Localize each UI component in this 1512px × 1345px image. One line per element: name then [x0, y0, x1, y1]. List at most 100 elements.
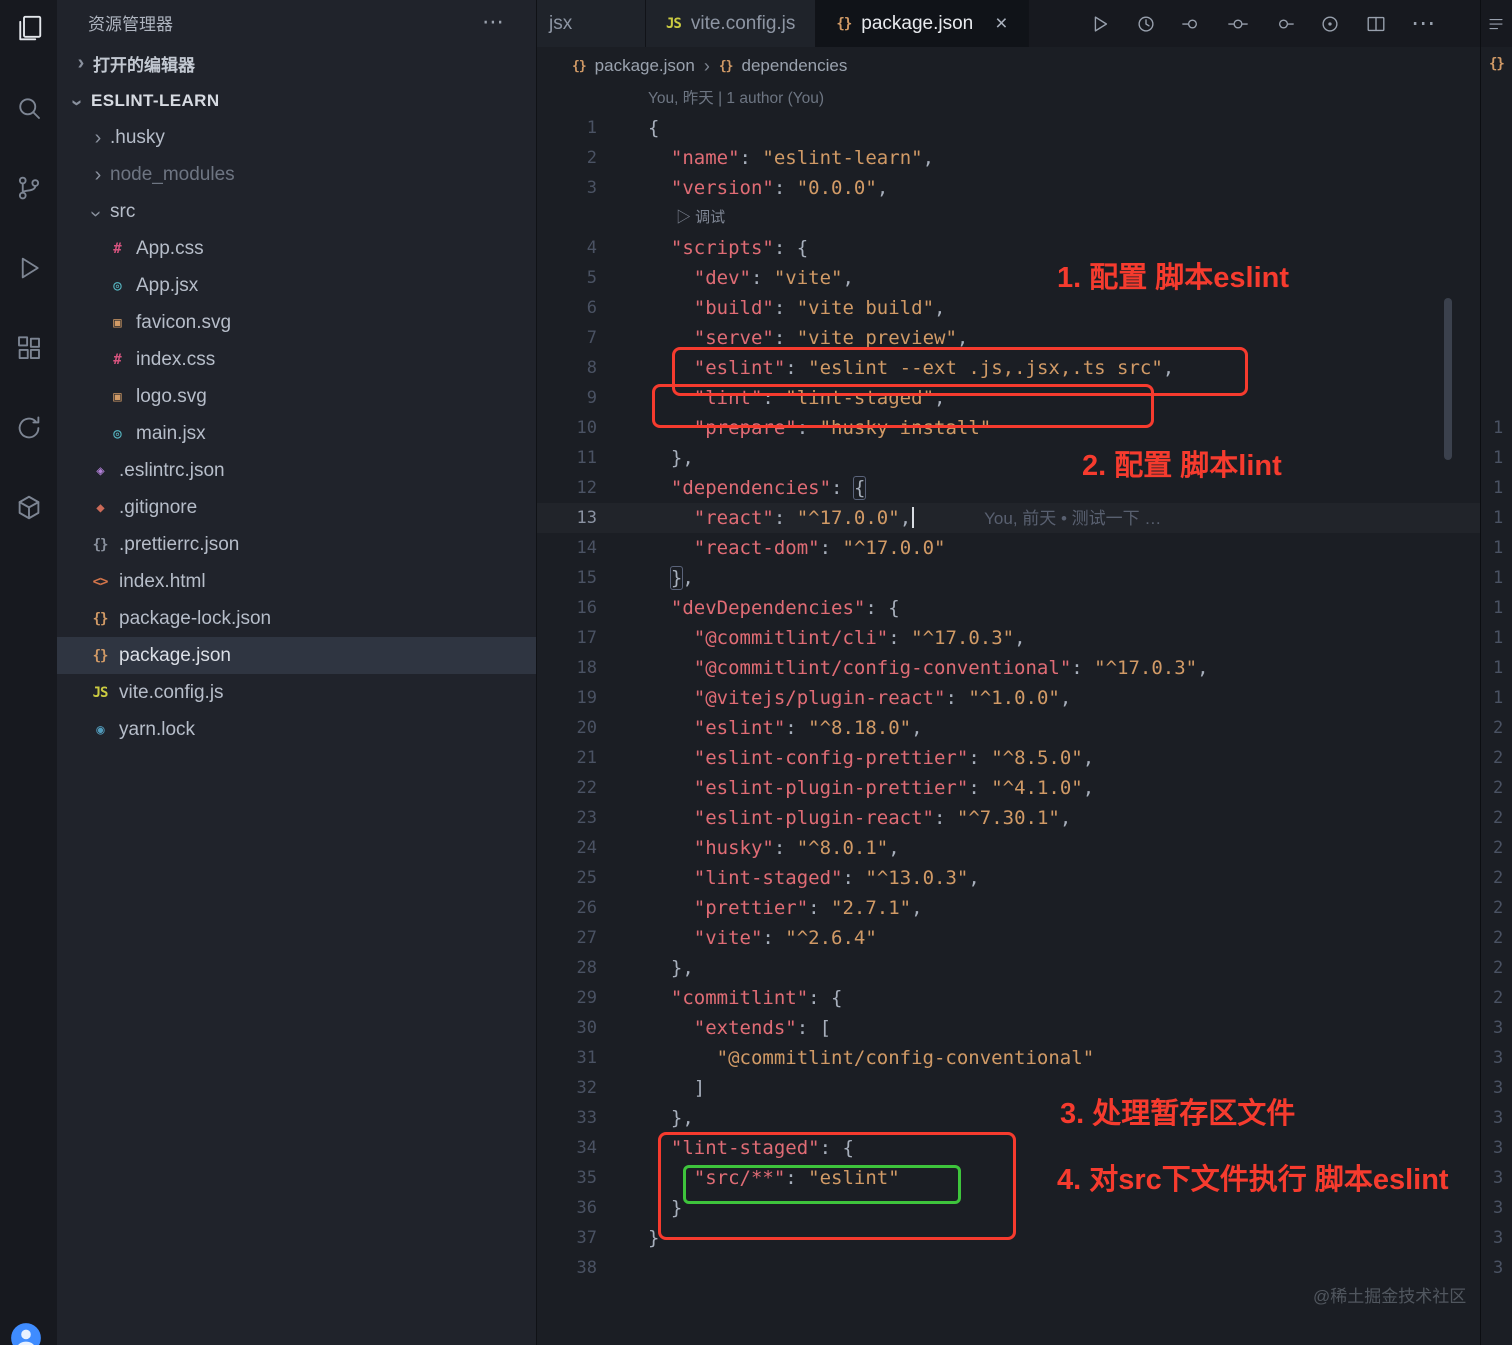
- tree-item-.eslintrc.json[interactable]: ◈ .eslintrc.json: [57, 452, 536, 489]
- code-line-19[interactable]: 19 "@vitejs/plugin-react": "^1.0.0",: [537, 683, 1512, 713]
- code-line-30[interactable]: 30 "extends": [: [537, 1013, 1512, 1043]
- tree-item-vite.config.js[interactable]: JS vite.config.js: [57, 674, 536, 711]
- code-line-33[interactable]: 33 },: [537, 1103, 1512, 1133]
- tree-item-App.css[interactable]: # App.css: [57, 230, 536, 267]
- code-line-2[interactable]: 2 "name": "eslint-learn",: [537, 143, 1512, 173]
- tree-item-main.jsx[interactable]: ◎ main.jsx: [57, 415, 536, 452]
- code-editor[interactable]: You, 昨天 | 1 author (You) 1{2 "name": "esl…: [537, 85, 1512, 1345]
- code-line-20[interactable]: 20 "eslint": "^8.18.0",: [537, 713, 1512, 743]
- step-forward-icon[interactable]: [1273, 13, 1295, 35]
- code-line-17[interactable]: 17 "@commitlint/cli": "^17.0.3",: [537, 623, 1512, 653]
- code-line-37[interactable]: 37}: [537, 1223, 1512, 1253]
- split-editor-strip[interactable]: {} 1 1 1 1 1 1 1 1 1 1 2 2 2 2 2 2 2 2 2 2 3 3 3 3 3 3 3 3 3: [1480, 0, 1512, 1345]
- tree-item-package-lock.json[interactable]: {} package-lock.json: [57, 600, 536, 637]
- line-number: 10: [576, 418, 597, 438]
- breadcrumb-item[interactable]: package.json: [595, 56, 695, 76]
- tree-item-.husky[interactable]: › .husky: [57, 119, 536, 156]
- split-editor-icon[interactable]: [1365, 13, 1387, 35]
- code-line-34[interactable]: 34 "lint-staged": {: [537, 1133, 1512, 1163]
- code-line-10[interactable]: 10 "prepare": "husky install": [537, 413, 1512, 443]
- close-icon[interactable]: ×: [995, 12, 1007, 36]
- code-line-1[interactable]: 1{: [537, 113, 1512, 143]
- code-line-32[interactable]: 32 ]: [537, 1073, 1512, 1103]
- line-number: 3: [586, 178, 597, 198]
- split-line-number: 3: [1493, 1078, 1504, 1098]
- tab-label: jsx: [549, 12, 573, 34]
- code-line-18[interactable]: 18 "@commitlint/config-conventional": "^…: [537, 653, 1512, 683]
- line-number: 35: [576, 1168, 597, 1188]
- code-line-24[interactable]: 24 "husky": "^8.0.1",: [537, 833, 1512, 863]
- tree-item-package.json[interactable]: {} package.json: [57, 637, 536, 674]
- open-editors-section[interactable]: › 打开的编辑器: [57, 44, 536, 82]
- search-icon[interactable]: [14, 93, 44, 123]
- package-box-icon[interactable]: [14, 493, 44, 523]
- tree-item-node_modules[interactable]: › node_modules: [57, 156, 536, 193]
- code-line-15[interactable]: 15 },: [537, 563, 1512, 593]
- code-line-25[interactable]: 25 "lint-staged": "^13.0.3",: [537, 863, 1512, 893]
- code-line-35[interactable]: 35 "src/**": "eslint": [537, 1163, 1512, 1193]
- more-actions-icon[interactable]: ⋯: [1411, 11, 1435, 35]
- line-number: 36: [576, 1198, 597, 1218]
- step-back-icon[interactable]: [1181, 13, 1203, 35]
- code-line-26[interactable]: 26 "prettier": "2.7.1",: [537, 893, 1512, 923]
- code-line-11[interactable]: 11 },: [537, 443, 1512, 473]
- tree-item-.prettierrc.json[interactable]: {} .prettierrc.json: [57, 526, 536, 563]
- split-line-number: 3: [1493, 1168, 1504, 1188]
- step-over-icon[interactable]: [1227, 13, 1249, 35]
- code-line-3[interactable]: 3 "version": "0.0.0",: [537, 173, 1512, 203]
- tab-package-json[interactable]: {} package.json ×: [816, 0, 1029, 47]
- tab-jsx[interactable]: jsx: [537, 0, 646, 47]
- code-line-4[interactable]: 4 "scripts": {: [537, 233, 1512, 263]
- tree-item-favicon.svg[interactable]: ▣ favicon.svg: [57, 304, 536, 341]
- tree-item-index.html[interactable]: <> index.html: [57, 563, 536, 600]
- line-number: 9: [586, 388, 597, 408]
- code-line-23[interactable]: 23 "eslint-plugin-react": "^7.30.1",: [537, 803, 1512, 833]
- tree-item-.gitignore[interactable]: ◆ .gitignore: [57, 489, 536, 526]
- account-icon[interactable]: [9, 1321, 43, 1345]
- code-line-5[interactable]: 5 "dev": "vite",: [537, 263, 1512, 293]
- code-line-27[interactable]: 27 "vite": "^2.6.4": [537, 923, 1512, 953]
- line-number: 23: [576, 808, 597, 828]
- tab-vite-config-js[interactable]: JS vite.config.js: [646, 0, 817, 47]
- extensions-icon[interactable]: [14, 333, 44, 363]
- line-number: 16: [576, 598, 597, 618]
- code-line-21[interactable]: 21 "eslint-config-prettier": "^8.5.0",: [537, 743, 1512, 773]
- project-header[interactable]: › ESLINT-LEARN: [57, 82, 536, 119]
- run-file-icon[interactable]: [1089, 13, 1111, 35]
- preview-icon[interactable]: [1319, 13, 1341, 35]
- run-debug-icon[interactable]: [14, 253, 44, 283]
- tree-item-App.jsx[interactable]: ◎ App.jsx: [57, 267, 536, 304]
- code-line-6[interactable]: 6 "build": "vite build",: [537, 293, 1512, 323]
- code-line-7[interactable]: 7 "serve": "vite preview",: [537, 323, 1512, 353]
- explorer-icon[interactable]: [14, 13, 44, 43]
- file-tree: › .husky › node_modules › src # App.css ◎ App.jsx…: [57, 119, 536, 748]
- line-number: 6: [586, 298, 597, 318]
- tree-item-yarn.lock[interactable]: ◉ yarn.lock: [57, 711, 536, 748]
- list-icon[interactable]: [1487, 15, 1505, 33]
- breadcrumb-item[interactable]: dependencies: [742, 56, 848, 76]
- source-control-icon[interactable]: [14, 173, 44, 203]
- split-line-number: 2: [1493, 988, 1504, 1008]
- tree-item-index.css[interactable]: # index.css: [57, 341, 536, 378]
- code-line-36[interactable]: 36 }: [537, 1193, 1512, 1223]
- timeline-history-icon[interactable]: [1135, 13, 1157, 35]
- code-line-31[interactable]: 31 "@commitlint/config-conventional": [537, 1043, 1512, 1073]
- code-line-22[interactable]: 22 "eslint-plugin-prettier": "^4.1.0",: [537, 773, 1512, 803]
- tree-item-src[interactable]: › src: [57, 193, 536, 230]
- codelens-debug[interactable]: ▷ 调试: [537, 203, 1512, 233]
- tree-item-logo.svg[interactable]: ▣ logo.svg: [57, 378, 536, 415]
- code-line-28[interactable]: 28 },: [537, 953, 1512, 983]
- views-more-icon[interactable]: ⋯: [482, 9, 506, 35]
- code-line-13[interactable]: 13 "react": "^17.0.0", You, 前天 • 测试一下 …: [537, 503, 1512, 533]
- code-line-16[interactable]: 16 "devDependencies": {: [537, 593, 1512, 623]
- code-line-38[interactable]: 38: [537, 1253, 1512, 1283]
- split-line-number: 2: [1493, 958, 1504, 978]
- code-line-12[interactable]: 12 "dependencies": {: [537, 473, 1512, 503]
- code-line-8[interactable]: 8 "eslint": "eslint --ext .js,.jsx,.ts s…: [537, 353, 1512, 383]
- code-line-29[interactable]: 29 "commitlint": {: [537, 983, 1512, 1013]
- code-line-9[interactable]: 9 "lint": "lint-staged",: [537, 383, 1512, 413]
- file-name: App.jsx: [136, 274, 199, 296]
- code-line-14[interactable]: 14 "react-dom": "^17.0.0": [537, 533, 1512, 563]
- sync-icon[interactable]: [14, 413, 44, 443]
- css-file-icon: #: [113, 240, 121, 257]
